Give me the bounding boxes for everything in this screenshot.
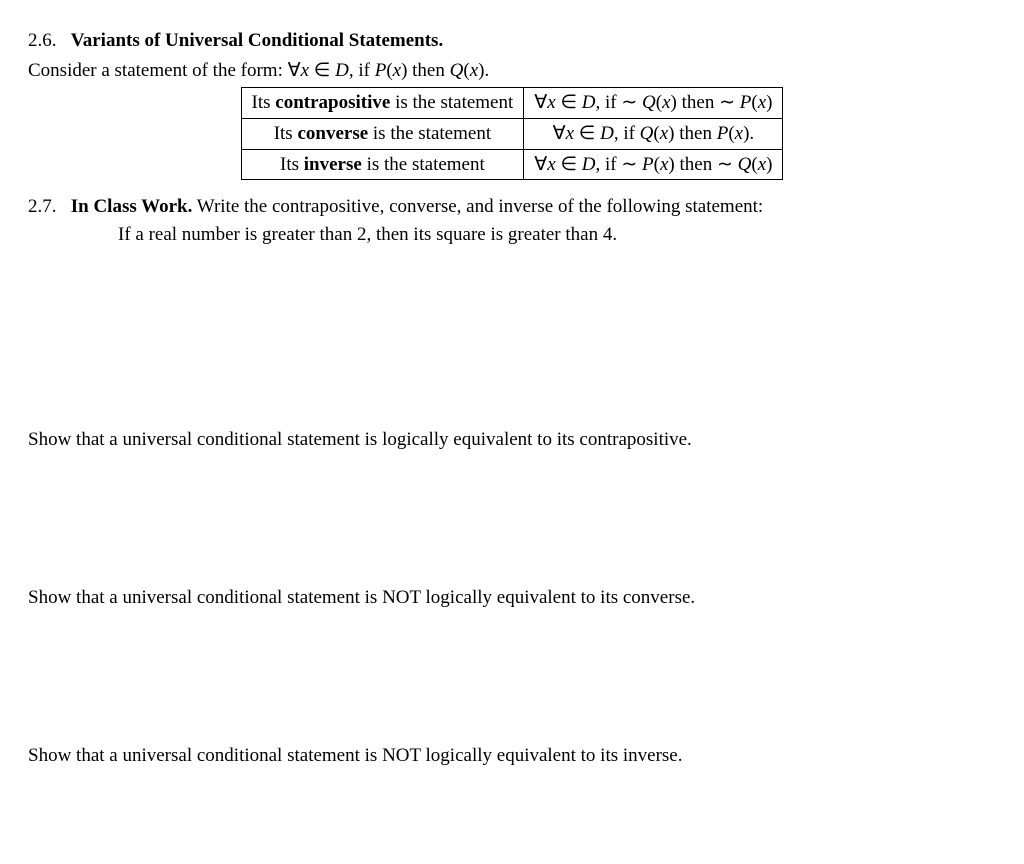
var-x: x	[660, 123, 668, 144]
set-D: D	[582, 92, 596, 113]
var-x: x	[758, 154, 766, 175]
var-x: x	[735, 123, 743, 144]
section-2-6-number: 2.6.	[28, 30, 57, 51]
elem-symbol: ∈	[556, 154, 582, 175]
section-2-7-prompt: Write the contrapositive, converse, and …	[197, 196, 763, 217]
table-row: Its contrapositive is the statement ∀x ∈…	[241, 88, 783, 119]
var-x: x	[758, 92, 766, 113]
consider-line: Consider a statement of the form: ∀x ∈ D…	[28, 58, 996, 84]
task-contrapositive: Show that a universal conditional statem…	[28, 427, 996, 585]
cell-text: is the statement	[390, 92, 513, 113]
forall-symbol: ∀	[534, 92, 547, 113]
if-neg: , if ∼	[596, 92, 643, 113]
cell-text: is the statement	[362, 154, 485, 175]
var-x: x	[301, 60, 309, 81]
elem-symbol: ∈	[309, 60, 335, 81]
var-x: x	[547, 92, 555, 113]
pred-P: P	[375, 60, 387, 81]
elem-symbol: ∈	[574, 123, 600, 144]
section-2-6-title: Variants of Universal Conditional Statem…	[71, 30, 443, 51]
cell-text: Its	[274, 123, 298, 144]
consider-then: then	[407, 60, 449, 81]
var-x: x	[547, 154, 555, 175]
if-neg: , if ∼	[596, 154, 643, 175]
pred-Q: Q	[642, 92, 656, 113]
cell-bold: contrapositive	[275, 92, 390, 113]
converse-formula-cell: ∀x ∈ D, if Q(x) then P(x).	[524, 118, 783, 149]
contrapositive-label-cell: Its contrapositive is the statement	[241, 88, 524, 119]
pred-Q: Q	[450, 60, 464, 81]
pred-Q: Q	[640, 123, 654, 144]
task-converse: Show that a universal conditional statem…	[28, 585, 996, 743]
then-text: then	[675, 123, 717, 144]
converse-label-cell: Its converse is the statement	[241, 118, 524, 149]
section-2-7-number: 2.7.	[28, 196, 57, 217]
set-D: D	[582, 154, 596, 175]
cell-text: Its	[280, 154, 304, 175]
cell-bold: inverse	[304, 154, 362, 175]
table-row: Its converse is the statement ∀x ∈ D, if…	[241, 118, 783, 149]
example-statement: If a real number is greater than 2, then…	[118, 222, 996, 428]
pred-P: P	[740, 92, 752, 113]
var-x: x	[393, 60, 401, 81]
pred-P: P	[642, 154, 654, 175]
cell-bold: converse	[297, 123, 368, 144]
elem-symbol: ∈	[556, 92, 582, 113]
forall-symbol: ∀	[534, 154, 547, 175]
inverse-formula-cell: ∀x ∈ D, if ∼ P(x) then ∼ Q(x)	[524, 149, 783, 180]
pred-Q: Q	[738, 154, 752, 175]
rparen-dot: ).	[478, 60, 489, 81]
section-2-6-heading: 2.6. Variants of Universal Conditional S…	[28, 28, 996, 54]
var-x: x	[566, 123, 574, 144]
rparen: )	[766, 154, 772, 175]
var-x: x	[662, 92, 670, 113]
set-D: D	[600, 123, 614, 144]
consider-mid: , if	[349, 60, 375, 81]
rparen-dot: ).	[743, 123, 754, 144]
forall-symbol: ∀	[288, 60, 301, 81]
then-neg: then ∼	[677, 92, 740, 113]
set-D: D	[335, 60, 349, 81]
pred-P: P	[717, 123, 729, 144]
forall-symbol: ∀	[553, 123, 566, 144]
if-text: , if	[614, 123, 640, 144]
then-neg: then ∼	[675, 154, 738, 175]
var-x: x	[470, 60, 478, 81]
consider-text: Consider a statement of the form:	[28, 60, 288, 81]
section-2-7-title: In Class Work.	[71, 196, 193, 217]
section-2-7-heading: 2.7. In Class Work. Write the contraposi…	[28, 194, 996, 220]
cell-text: Its	[252, 92, 276, 113]
inverse-label-cell: Its inverse is the statement	[241, 149, 524, 180]
task-inverse: Show that a universal conditional statem…	[28, 743, 996, 769]
variants-table: Its contrapositive is the statement ∀x ∈…	[241, 87, 784, 180]
rparen: )	[766, 92, 772, 113]
cell-text: is the statement	[368, 123, 491, 144]
contrapositive-formula-cell: ∀x ∈ D, if ∼ Q(x) then ∼ P(x)	[524, 88, 783, 119]
table-row: Its inverse is the statement ∀x ∈ D, if …	[241, 149, 783, 180]
